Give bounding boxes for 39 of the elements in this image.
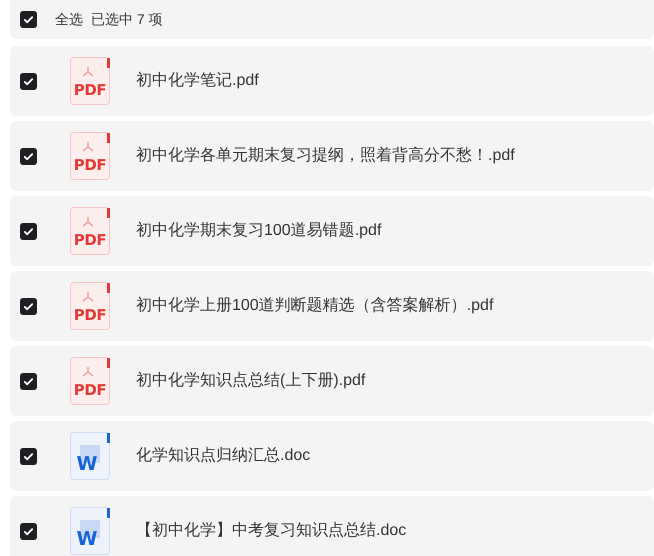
file-row[interactable]: PDF 初中化学期末复习100道易错题.pdf	[10, 196, 654, 266]
file-name: 化学知识点归纳汇总.doc	[136, 446, 310, 466]
file-name: 初中化学笔记.pdf	[136, 70, 259, 91]
file-row[interactable]: PDF 初中化学知识点总结(上下册).pdf	[10, 346, 654, 416]
checkmark-icon	[23, 226, 34, 236]
checkbox[interactable]	[20, 11, 37, 28]
checkmark-icon	[23, 526, 34, 536]
checkmark-icon	[23, 14, 34, 25]
file-row[interactable]: W 化学知识点归纳汇总.doc	[10, 421, 654, 491]
pdf-file-icon: PDF	[70, 207, 110, 255]
pdf-file-icon: PDF	[70, 357, 110, 405]
word-file-icon: W	[70, 432, 110, 480]
checkmark-icon	[23, 300, 34, 312]
file-row[interactable]: W 【初中化学】中考复习知识点总结.doc	[10, 496, 654, 556]
checkmark-icon	[23, 76, 34, 86]
checkbox[interactable]	[20, 448, 37, 464]
file-name: 初中化学上册100道判断题精选（含答案解析）.pdf	[136, 295, 494, 316]
checkmark-icon	[23, 450, 34, 462]
pdf-file-icon: PDF	[70, 57, 110, 105]
checkbox[interactable]	[20, 72, 37, 90]
checkbox[interactable]	[20, 298, 37, 314]
file-row[interactable]: PDF 初中化学上册100道判断题精选（含答案解析）.pdf	[10, 271, 654, 341]
pdf-file-icon: PDF	[70, 132, 110, 180]
file-row[interactable]: PDF 初中化学笔记.pdf	[10, 46, 654, 116]
selected-count: 已选中 7 项	[91, 10, 163, 29]
checkbox[interactable]	[20, 222, 37, 240]
file-name: 【初中化学】中考复习知识点总结.doc	[136, 520, 406, 541]
checkbox[interactable]	[20, 148, 37, 164]
checkmark-icon	[23, 150, 34, 162]
select-all-label[interactable]: 全选	[55, 9, 83, 30]
file-row[interactable]: PDF 初中化学各单元期末复习提纲，照着背高分不愁！.pdf	[10, 121, 654, 191]
file-name: 初中化学期末复习100道易错题.pdf	[136, 220, 382, 241]
file-name: 初中化学各单元期末复习提纲，照着背高分不愁！.pdf	[136, 146, 515, 166]
checkbox[interactable]	[20, 522, 37, 540]
file-name: 初中化学知识点总结(上下册).pdf	[136, 370, 366, 391]
word-file-icon: W	[70, 507, 110, 555]
pdf-file-icon: PDF	[70, 282, 110, 330]
checkmark-icon	[23, 376, 34, 386]
checkbox[interactable]	[20, 372, 37, 390]
